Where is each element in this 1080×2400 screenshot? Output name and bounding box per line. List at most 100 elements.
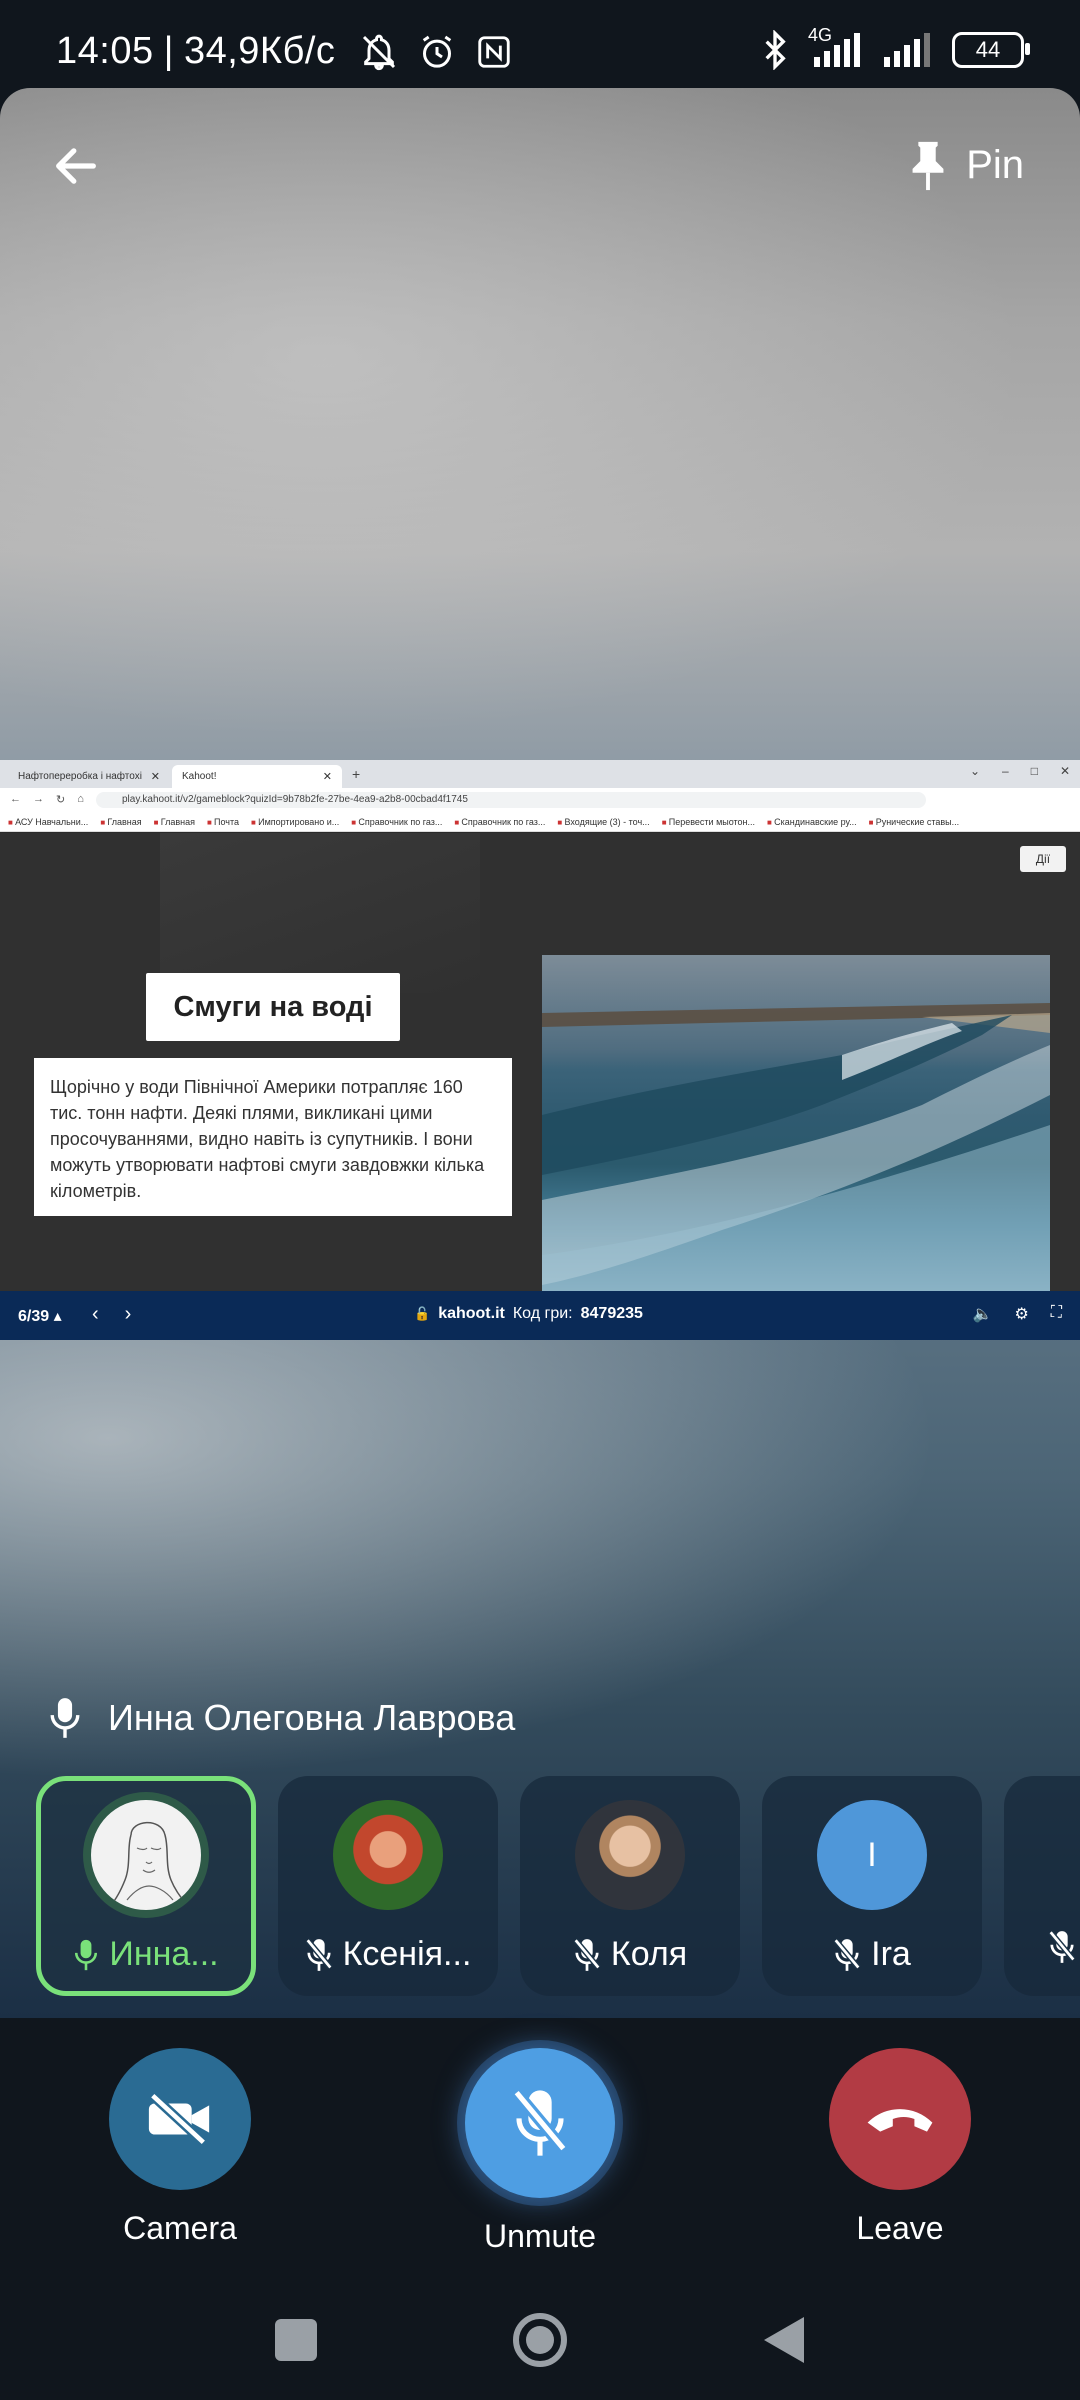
code-label: Код гри: <box>512 1305 573 1322</box>
call-panel: Pin Нафтопереробка і нафтохімія ✕ Kahoot… <box>0 88 1080 2018</box>
bookmark[interactable]: Перевести мыотон... <box>662 817 755 827</box>
bell-off-icon <box>363 34 396 70</box>
bookmark[interactable]: Справочник по газ... <box>454 817 545 827</box>
participant-name: Коля <box>610 1935 688 1973</box>
bookmark[interactable]: Главная <box>154 817 195 827</box>
forward-arrow-icon[interactable]: → <box>33 793 44 806</box>
avatar <box>575 1800 685 1910</box>
pin-label: Pin <box>966 142 1024 187</box>
microphone-off-icon <box>833 1937 861 1971</box>
volume-icon[interactable]: 🔈 <box>973 1304 993 1324</box>
unmute-button[interactable] <box>465 2048 615 2198</box>
camera-button[interactable] <box>109 2048 251 2190</box>
signal-4g: 4G <box>808 25 860 67</box>
maximize-icon[interactable]: □ <box>1031 764 1038 778</box>
game-code: 🔓 kahoot.it Код гри: 8479235 <box>414 1305 643 1323</box>
bookmark[interactable]: Справочник по газ... <box>351 817 442 827</box>
minimize-icon[interactable]: – <box>1002 764 1009 778</box>
url-field[interactable]: play.kahoot.it/v2/gameblock?quizId=9b78b… <box>96 792 926 808</box>
new-tab-button[interactable]: + <box>352 766 360 782</box>
camera-control: Camera <box>90 2048 270 2247</box>
code-value: 8479235 <box>580 1305 643 1322</box>
slide-progress[interactable]: 6/39 ▴ <box>18 1306 62 1326</box>
participant-card[interactable]: Ксенія... <box>278 1776 498 1996</box>
participant-name: Инна... <box>109 1935 219 1973</box>
avatar: I <box>817 1800 927 1910</box>
clock: 14:05 <box>56 30 154 72</box>
participant-name: Ксенія... <box>342 1935 472 1973</box>
bookmark[interactable]: Рунические ставы... <box>869 817 959 827</box>
home-icon[interactable]: ⌂ <box>77 793 84 806</box>
next-slide-icon[interactable]: › <box>125 1303 132 1326</box>
close-icon[interactable]: ✕ <box>323 770 332 783</box>
participant-name: Ira <box>871 1935 911 1973</box>
signal-strength-2-icon <box>884 33 930 67</box>
circle-icon <box>513 2313 567 2367</box>
microphone-off-icon <box>1048 1930 1076 1963</box>
status-right: 4G 44 <box>760 25 1030 70</box>
speaker-name: Инна Олеговна Лаврова <box>108 1697 516 1738</box>
recents-button[interactable] <box>266 2310 326 2370</box>
back-arrow-icon[interactable]: ← <box>10 793 21 806</box>
shared-screen[interactable]: Нафтопереробка і нафтохімія ✕ Kahoot! ✕ … <box>0 760 1080 1340</box>
window-controls: ⌄ – □ ✕ <box>970 764 1070 778</box>
participant-card-partial[interactable] <box>1004 1776 1080 1996</box>
pin-icon <box>912 141 944 191</box>
network-speed: 34,9Кб/с <box>183 30 336 72</box>
microphone-icon <box>75 1939 98 1970</box>
bookmark[interactable]: Скандинавские ру... <box>767 817 857 827</box>
arrow-left-icon <box>56 148 96 184</box>
pin-button[interactable]: Pin <box>908 138 1024 192</box>
slide-title: Смуги на воді <box>146 973 400 1041</box>
status-left: 14:05 | 34,9Кб/с <box>56 30 513 73</box>
microphone-off-icon <box>512 2088 568 2156</box>
participant-card[interactable]: Коля <box>520 1776 740 1996</box>
bookmark[interactable]: АСУ Навчальни... <box>8 817 88 827</box>
status-bar: 14:05 | 34,9Кб/с 4G 44 <box>0 0 1080 90</box>
participants-strip: Инна... Ксенія... Коля I Ira <box>36 1776 1080 1996</box>
settings-icon[interactable]: ⚙ <box>1014 1304 1028 1324</box>
slide-body-text: Щорічно у води Північної Америки потрапл… <box>34 1058 512 1216</box>
avatar <box>91 1800 201 1910</box>
phone-hangup-icon <box>867 2109 933 2132</box>
home-button[interactable] <box>510 2310 570 2370</box>
alarm-icon <box>423 35 452 68</box>
leave-button[interactable] <box>829 2048 971 2190</box>
leave-label: Leave <box>856 2210 944 2246</box>
bookmark[interactable]: Импортировано и... <box>251 817 339 827</box>
system-nav-bar <box>0 2280 1080 2400</box>
triangle-back-icon <box>764 2317 804 2363</box>
reload-icon[interactable]: ↻ <box>56 793 65 806</box>
kahoot-slide: Дії Смуги на воді Щорічно у води Північн… <box>0 833 1080 1293</box>
waves-image <box>542 955 1050 1293</box>
chevron-down-icon[interactable]: ⌄ <box>970 764 980 778</box>
fullscreen-icon[interactable]: ⛶ <box>1051 1304 1062 1324</box>
address-bar: ← → ↻ ⌂ play.kahoot.it/v2/gameblock?quiz… <box>0 788 1080 812</box>
bookmark[interactable]: Входящие (3) - точ... <box>557 817 649 827</box>
lock-icon: 🔓 <box>414 1306 431 1321</box>
participant-card[interactable]: I Ira <box>762 1776 982 1996</box>
participant-card[interactable]: Инна... <box>36 1776 256 1996</box>
browser-tab[interactable]: Нафтопереробка і нафтохімія ✕ <box>8 765 170 788</box>
active-speaker: Инна Олеговна Лаврова <box>48 1696 515 1740</box>
square-icon <box>275 2319 317 2361</box>
unmute-label: Unmute <box>483 2218 597 2254</box>
microphone-icon <box>50 1698 80 1738</box>
back-button[interactable] <box>46 136 106 196</box>
avatar <box>333 1800 443 1910</box>
close-icon[interactable]: ✕ <box>151 770 160 783</box>
sketch-portrait-icon <box>110 1821 188 1906</box>
browser-tab-active[interactable]: Kahoot! ✕ <box>172 765 342 788</box>
microphone-off-icon <box>305 1937 333 1971</box>
nfc-icon <box>478 35 511 68</box>
avatar-initial: I <box>867 1835 877 1874</box>
actions-button[interactable]: Дії <box>1020 846 1066 872</box>
bookmark[interactable]: Главная <box>100 817 141 827</box>
bookmark[interactable]: Почта <box>207 817 239 827</box>
back-nav-button[interactable] <box>754 2310 814 2370</box>
browser-tab-strip: Нафтопереробка і нафтохімія ✕ Kahoot! ✕ … <box>0 760 1080 788</box>
close-window-icon[interactable]: ✕ <box>1060 764 1070 778</box>
leave-control: Leave <box>810 2048 990 2247</box>
call-controls: Camera Unmute Leave <box>0 2030 1080 2280</box>
prev-slide-icon[interactable]: ‹ <box>92 1303 99 1326</box>
